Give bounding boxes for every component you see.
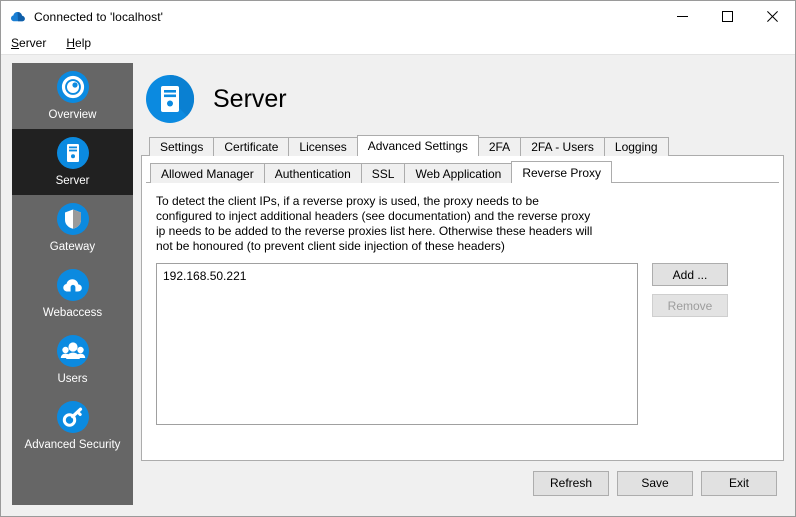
sidebar-item-server[interactable]: Server [12,129,133,195]
sidebar-item-label: Overview [48,109,97,121]
refresh-button[interactable]: Refresh [533,470,609,496]
tab-2fa-users[interactable]: 2FA - Users [520,137,605,156]
description-line: To detect the client IPs, if a reverse p… [156,194,539,208]
server-tower-icon [56,136,90,170]
tab-reverse-proxy[interactable]: Reverse Proxy [511,161,613,183]
app-window: Connected to 'localhost' Server Help Ove… [0,0,796,517]
tab-certificate[interactable]: Certificate [213,137,290,156]
list-actions: Add ... Remove [652,263,728,317]
server-tower-icon [145,74,195,124]
save-button[interactable]: Save [617,470,693,496]
cloud-icon [10,9,26,25]
tab-2fa[interactable]: 2FA [477,137,522,156]
tabs-primary: Settings Certificate Licenses Advanced S… [141,135,784,461]
minimize-icon[interactable] [660,1,705,32]
sidebar-item-advanced-security[interactable]: Advanced Security [12,393,133,459]
sidebar-item-overview[interactable]: Overview [12,63,133,129]
close-icon[interactable] [750,1,795,32]
tab-ssl[interactable]: SSL [360,163,406,183]
tab-licenses[interactable]: Licenses [288,137,358,156]
tab-authentication[interactable]: Authentication [263,163,362,183]
sidebar-item-label: Gateway [49,241,96,253]
list-item[interactable]: 192.168.50.221 [162,268,632,284]
menu-item-help[interactable]: Help [56,33,101,53]
footer-buttons: Refresh Save Exit [141,461,784,505]
tab-logging[interactable]: Logging [603,137,669,156]
reverse-proxy-description: To detect the client IPs, if a reverse p… [156,194,593,254]
tabpanel-advanced-settings: Allowed Manager Authentication SSL Web A… [141,155,784,461]
tab-advanced-settings[interactable]: Advanced Settings [356,135,479,156]
sidebar: Overview Server Gateway Webaccess Users … [12,63,133,505]
shield-icon [56,202,90,236]
reverse-proxy-listbox[interactable]: 192.168.50.221 [156,263,638,425]
remove-button: Remove [652,294,728,317]
tabstrip-secondary: Allowed Manager Authentication SSL Web A… [142,161,783,183]
sidebar-item-webaccess[interactable]: Webaccess [12,261,133,327]
sidebar-item-label: Webaccess [42,307,103,319]
page-header: Server [141,63,784,135]
description-line: not be honoured (to prevent client side … [156,239,505,253]
sidebar-item-gateway[interactable]: Gateway [12,195,133,261]
page-title: Server [213,84,287,113]
title-bar: Connected to 'localhost' [1,1,795,32]
body-area: Overview Server Gateway Webaccess Users … [1,55,795,516]
window-title: Connected to 'localhost' [34,9,164,24]
exit-button[interactable]: Exit [701,470,777,496]
proxy-list-row: 192.168.50.221 Add ... Remove [156,263,779,425]
sidebar-item-label: Users [57,373,88,385]
add-button[interactable]: Add ... [652,263,728,286]
cloud-icon [56,268,90,302]
description-line: ip needs to be added to the reverse prox… [156,224,593,238]
tab-web-application[interactable]: Web Application [404,163,513,183]
window-controls [660,1,795,32]
key-icon [56,400,90,434]
overview-circle-icon [56,70,90,104]
menu-bar: Server Help [1,32,795,55]
users-icon [56,334,90,368]
sidebar-item-users[interactable]: Users [12,327,133,393]
maximize-icon[interactable] [705,1,750,32]
tabstrip-primary: Settings Certificate Licenses Advanced S… [141,135,784,156]
sidebar-container: Overview Server Gateway Webaccess Users … [1,55,133,516]
tabpanel-reverse-proxy: To detect the client IPs, if a reverse p… [146,182,779,456]
tab-settings[interactable]: Settings [149,137,215,156]
menu-item-server[interactable]: Server [1,33,56,53]
description-line: configured to inject additional headers … [156,209,591,223]
sidebar-item-label: Server [55,175,90,187]
tab-allowed-manager[interactable]: Allowed Manager [150,163,265,183]
sidebar-item-label: Advanced Security [24,439,121,451]
main-content: Server Settings Certificate Licenses Adv… [133,55,795,516]
